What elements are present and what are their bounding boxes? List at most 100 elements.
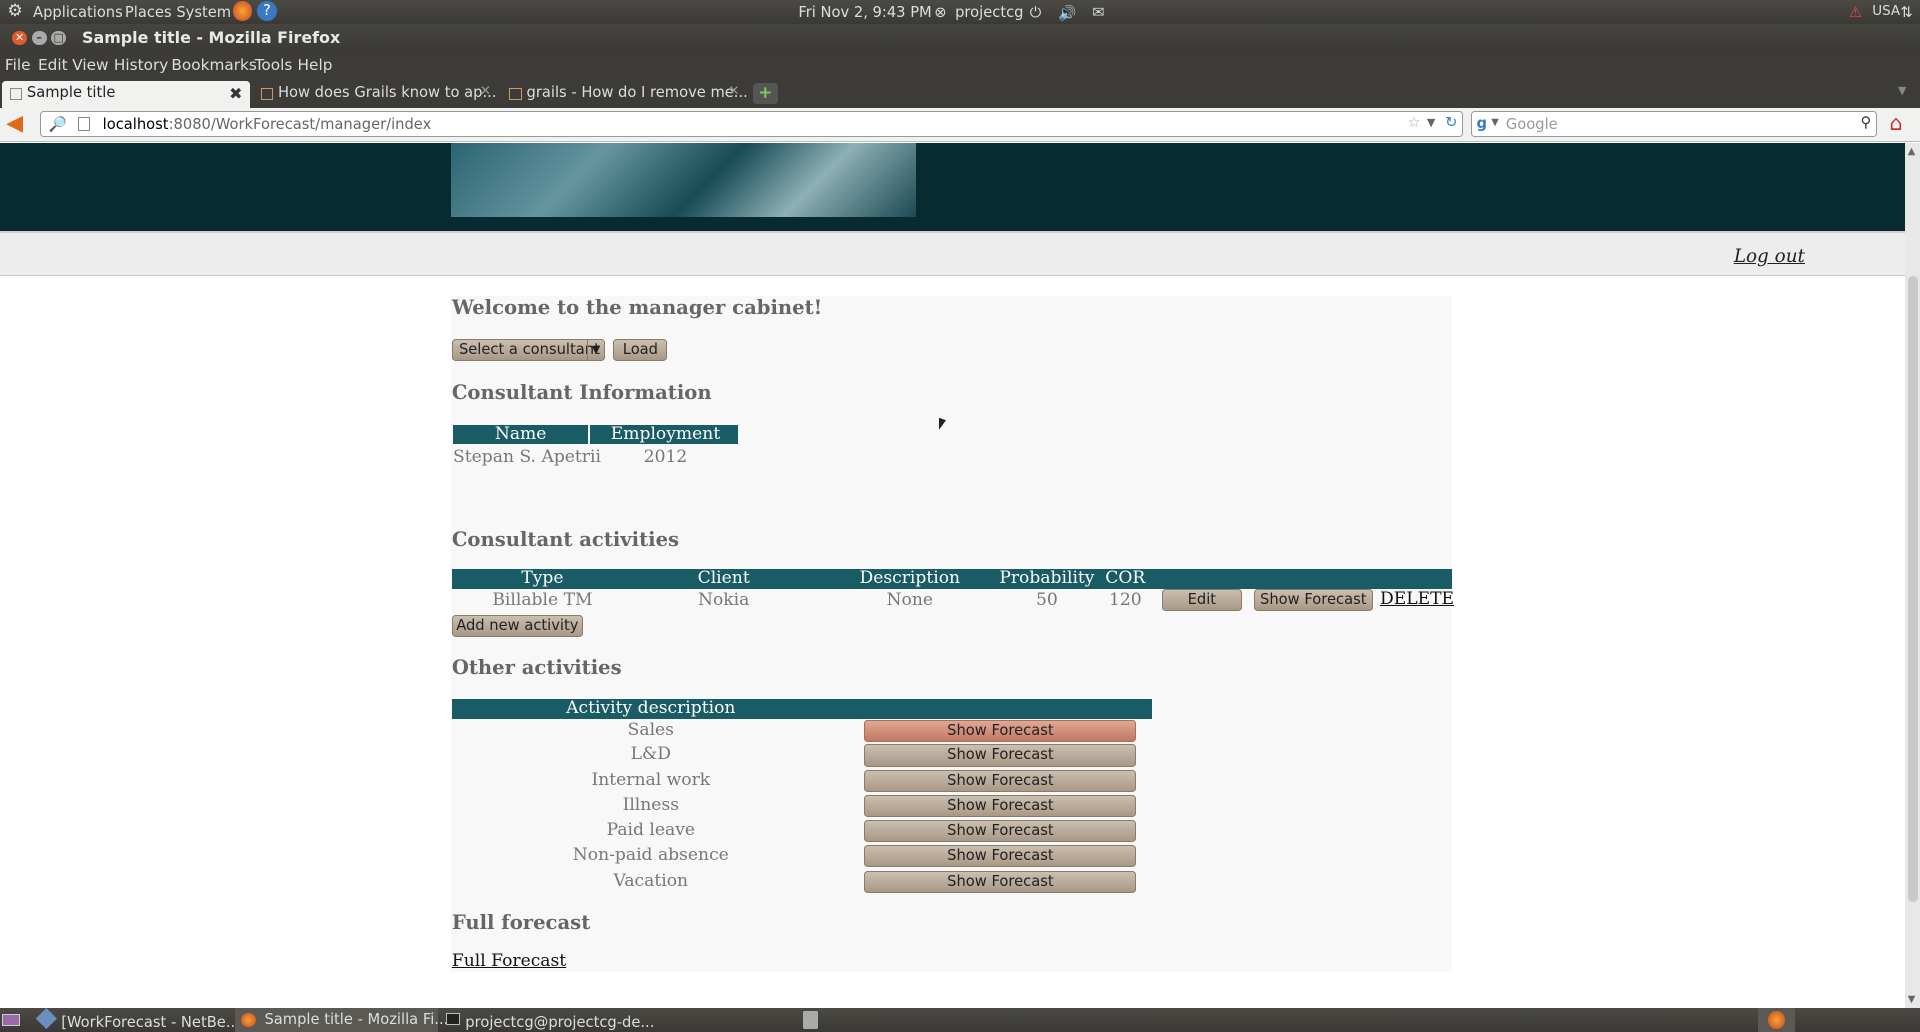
activities-table-header: Type Client Description Probability COR (451, 568, 1453, 589)
show-forecast-internal-button[interactable]: Show Forecast (864, 770, 1137, 793)
menu-view[interactable]: View (72, 56, 108, 74)
consultant-activities-heading: Consultant activities (451, 527, 680, 551)
close-tab-icon[interactable]: ✕ (480, 84, 491, 99)
activity-client: Nokia (697, 590, 750, 611)
other-activity-label: Paid leave (606, 820, 696, 841)
welcome-heading: Welcome to the manager cabinet! (451, 296, 823, 320)
user-icon: ⊗ (934, 3, 947, 21)
minimize-window-icon[interactable]: – (31, 30, 47, 46)
mouse-cursor-icon (939, 417, 947, 433)
trash-icon[interactable] (803, 1011, 818, 1029)
edit-activity-button[interactable]: Edit (1162, 588, 1242, 611)
keyboard-layout[interactable]: USA (1872, 4, 1900, 19)
menu-tools[interactable]: Tools (255, 56, 293, 74)
menu-help[interactable]: Help (298, 56, 333, 74)
menu-bookmarks[interactable]: Bookmarks (171, 56, 256, 74)
show-forecast-activity-button[interactable]: Show Forecast (1253, 588, 1373, 611)
load-button[interactable]: Load (613, 339, 668, 362)
other-table-header: Activity description (451, 697, 1153, 719)
taskbar-terminal[interactable]: projectcg@projectcg-de... (441, 1010, 654, 1031)
scroll-down-icon[interactable]: ▼ (1908, 994, 1916, 1005)
show-forecast-vacation-button[interactable]: Show Forecast (864, 870, 1137, 893)
show-forecast-sales-button[interactable]: Show Forecast (864, 720, 1137, 743)
tab-sample-title[interactable]: Sample title ✖ (2, 80, 250, 108)
new-tab-icon[interactable]: + (753, 83, 778, 105)
site-banner (450, 143, 916, 217)
mail-icon[interactable]: ✉ (1092, 4, 1104, 21)
power-icon[interactable]: ⏻ (1030, 4, 1042, 21)
menu-bar: File Edit View History Bookmarks Tools H… (0, 51, 1920, 79)
activity-cor: 120 (1108, 590, 1142, 611)
bookmark-star-icon[interactable]: ☆ (1407, 114, 1420, 131)
menu-edit[interactable]: Edit (38, 56, 68, 74)
full-forecast-heading: Full forecast (451, 911, 591, 935)
firefox-launcher-icon[interactable] (232, 1, 253, 21)
search-icon[interactable]: ⚲ (1860, 114, 1871, 131)
search-box[interactable]: g ▼ Google ⚲ (1470, 111, 1878, 138)
activity-header-client: Client (697, 568, 750, 589)
url-path: :8080/WorkForecast/manager/index (168, 116, 432, 134)
clock[interactable]: Fri Nov 2, 9:43 PM (798, 4, 931, 21)
logout-bar: Log out (0, 231, 1906, 276)
scrollbar-thumb[interactable] (1907, 275, 1918, 903)
tab-list-icon[interactable]: ▼ (1898, 84, 1906, 97)
taskbar-netbeans[interactable]: [WorkForecast - NetBe... (34, 1008, 240, 1031)
applications-menu[interactable]: Applications (33, 4, 123, 21)
chevron-down-icon: ▼ (587, 340, 600, 360)
close-tab-icon[interactable]: ✖ (229, 84, 242, 103)
places-menu[interactable]: Places (125, 4, 172, 21)
back-icon[interactable]: ◀ (6, 112, 23, 135)
web-page: Log out Welcome to the manager cabinet! … (0, 143, 1906, 1008)
other-activity-label: Sales (627, 720, 674, 740)
other-header-description: Activity description (566, 697, 736, 718)
show-forecast-paid-leave-button[interactable]: Show Forecast (864, 820, 1137, 843)
tab-grails-remove[interactable]: grails - How do I remove me... ✕ (502, 81, 747, 108)
tab-label: grails - How do I remove me... (526, 84, 747, 102)
close-tab-icon[interactable]: ✕ (728, 84, 739, 99)
close-window-icon[interactable]: ✕ (12, 30, 27, 46)
scroll-up-icon[interactable]: ▲ (1908, 146, 1916, 157)
search-placeholder: Google (1505, 116, 1558, 134)
add-activity-button[interactable]: Add new activity (451, 614, 583, 637)
window-titlebar[interactable]: ✕ – □ Sample title - Mozilla Firefox (0, 24, 1920, 52)
help-icon[interactable]: ? (257, 1, 277, 21)
gnome-foot-icon[interactable]: ⚙ (7, 1, 22, 21)
identity-icon[interactable]: 🔎 (49, 115, 67, 133)
reload-icon[interactable]: ↻ (1445, 114, 1457, 131)
show-forecast-illness-button[interactable]: Show Forecast (864, 794, 1137, 817)
show-forecast-non-paid-button[interactable]: Show Forecast (864, 844, 1137, 867)
page-icon (78, 117, 91, 131)
volume-icon[interactable]: 🔊 (1058, 4, 1076, 22)
menu-history[interactable]: History (114, 56, 168, 74)
menu-file[interactable]: File (5, 56, 31, 74)
consultant-select-value: Select a consultant (458, 341, 600, 359)
network-warning-icon[interactable]: ⚠ (1849, 4, 1862, 21)
show-desktop-icon[interactable] (2, 1013, 20, 1027)
system-menu[interactable]: System (176, 4, 231, 21)
activity-header-description: Description (859, 568, 961, 589)
home-icon[interactable]: ⌂ (1889, 111, 1902, 135)
show-forecast-ld-button[interactable]: Show Forecast (864, 744, 1137, 767)
delete-activity-link[interactable]: DELETE (1380, 589, 1454, 609)
page-icon (509, 88, 522, 101)
firefox-tray-icon[interactable] (1758, 1007, 1796, 1032)
other-activity-label: L&D (630, 744, 671, 765)
consultant-select[interactable]: Select a consultant ▼ (451, 339, 605, 362)
logout-link[interactable]: Log out (1734, 246, 1805, 267)
navigation-bar: ◀ 🔎 localhost:8080/WorkForecast/manager/… (0, 107, 1920, 143)
info-cell-name: Stepan S. Apetrii (453, 446, 601, 467)
activity-type: Billable TM (492, 590, 593, 611)
terminal-icon (445, 1012, 461, 1025)
network-icon[interactable]: ⇅ (1900, 4, 1912, 21)
user-name[interactable]: projectcg (955, 4, 1023, 21)
tab-grails-know[interactable]: How does Grails know to ap... ✕ (253, 81, 498, 108)
google-icon[interactable]: g (1477, 115, 1488, 132)
taskbar-firefox[interactable]: Sample title - Mozilla Fi... (235, 1007, 448, 1032)
firefox-icon (1768, 1011, 1786, 1029)
maximize-window-icon[interactable]: □ (51, 30, 67, 46)
full-forecast-link[interactable]: Full Forecast (452, 951, 566, 971)
page-icon (260, 88, 274, 101)
url-bar[interactable]: 🔎 localhost:8080/WorkForecast/manager/in… (40, 111, 1464, 138)
engine-dropdown-icon[interactable]: ▼ (1491, 117, 1499, 128)
url-dropdown-icon[interactable]: ▼ (1427, 116, 1435, 129)
